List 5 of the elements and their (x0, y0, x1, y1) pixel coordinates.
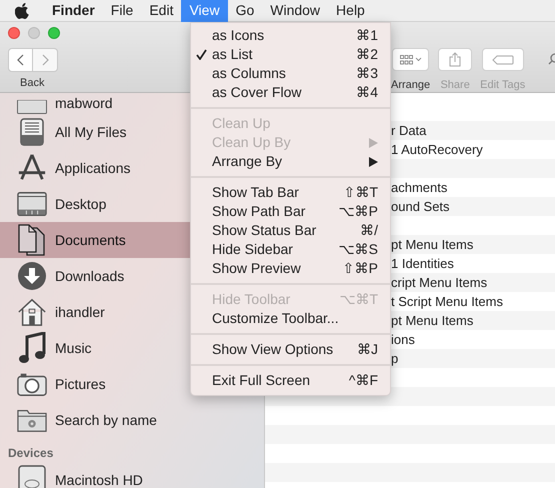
toolbar-button-label: Edit Tags (480, 78, 526, 93)
toolbar-button-label: Share (440, 78, 470, 93)
section-heading: Devices (7, 445, 54, 462)
back-label: Back (20, 76, 44, 91)
toolbar-button-label: Arrange (391, 78, 430, 93)
